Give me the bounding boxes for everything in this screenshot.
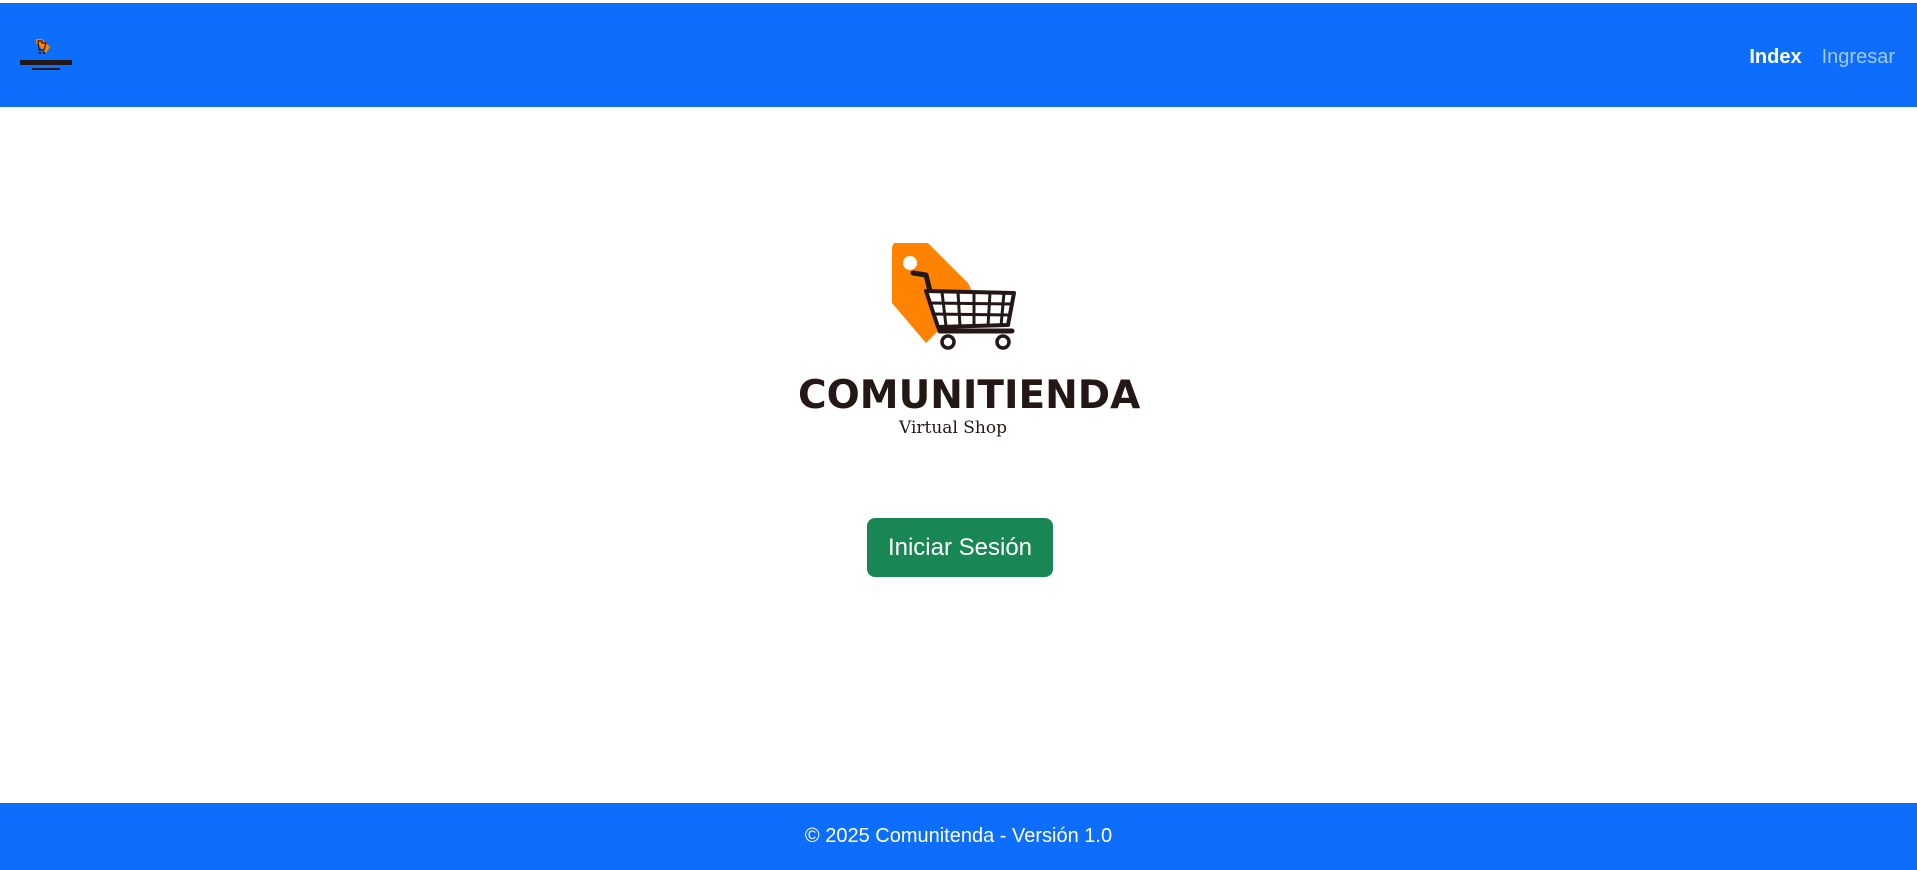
login-button[interactable]: Iniciar Sesión [867,518,1053,577]
nav-index-link[interactable]: Index [1749,46,1801,69]
nav-ingresar-link[interactable]: Ingresar [1822,46,1895,69]
shopping-cart-tag-icon [892,243,1016,350]
footer-text: © 2025 Comunitenda - Versión 1.0 [804,825,1113,847]
brand-logo[interactable] [18,37,74,75]
footer: © 2025 Comunitenda - Versión 1.0 [0,803,1917,870]
logo-title: COMUNITIENDA [798,373,1141,418]
logo-subtitle: Virtual Shop [898,418,1007,438]
comunitienda-logo: COMUNITIENDA Virtual Shop [798,243,1141,443]
navbar: Index Ingresar [0,3,1917,107]
main-nav: Index Ingresar [1749,46,1895,69]
